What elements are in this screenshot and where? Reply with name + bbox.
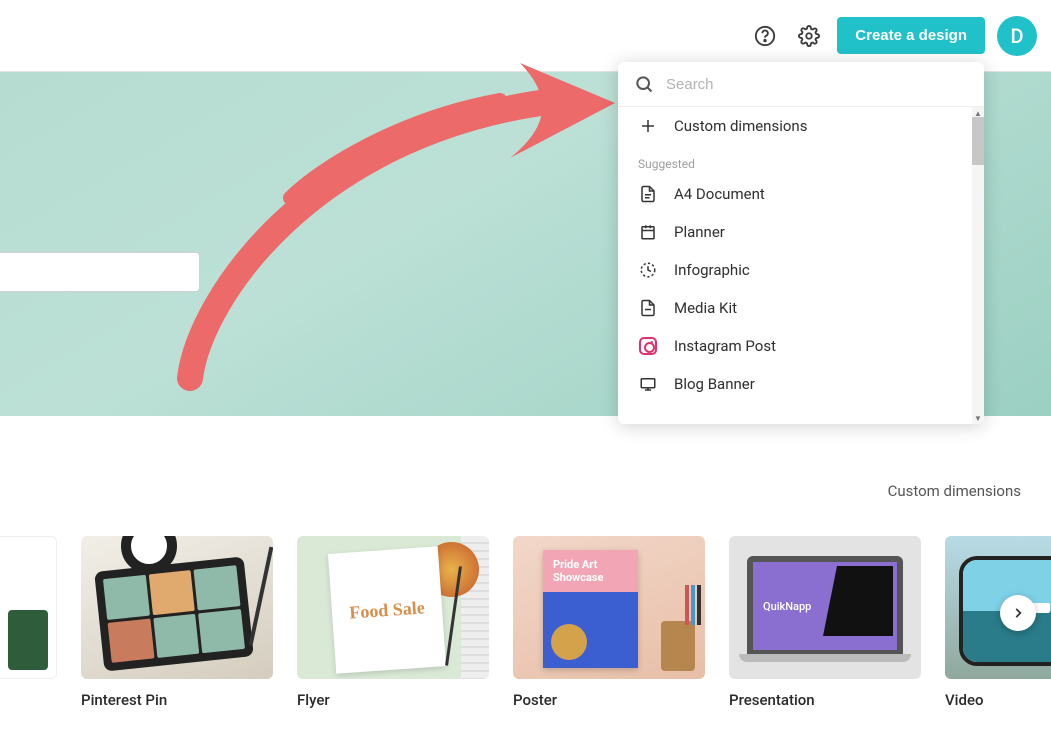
template-card-poster[interactable]: Pride Art Showcase Poster <box>513 536 705 709</box>
custom-dimensions-link[interactable]: Custom dimensions <box>888 482 1021 500</box>
template-label: Pinterest Pin <box>81 691 273 709</box>
instagram-icon <box>638 336 658 356</box>
template-label: Poster <box>513 691 705 709</box>
presentation-sample-title: QuikNapp <box>763 600 811 613</box>
suggested-item-instagram-post[interactable]: Instagram Post <box>618 327 984 365</box>
template-row: Pinterest Pin Food Sale Flyer Pride Art … <box>0 536 1051 709</box>
template-thumbnail: Food Sale <box>297 536 489 679</box>
scrollbar-track[interactable]: ▲ ▼ <box>972 107 984 424</box>
hero-search-box[interactable] <box>0 252 200 292</box>
document-icon <box>638 184 658 204</box>
suggested-item-label: Blog Banner <box>674 375 755 393</box>
template-thumbnail <box>81 536 273 679</box>
custom-dimensions-item[interactable]: Custom dimensions <box>618 107 984 145</box>
suggested-item-label: Instagram Post <box>674 337 776 355</box>
suggested-section-label: Suggested <box>618 145 984 175</box>
template-card-flyer[interactable]: Food Sale Flyer <box>297 536 489 709</box>
avatar[interactable]: D <box>997 16 1037 56</box>
media-kit-icon <box>638 298 658 318</box>
suggested-item-media-kit[interactable]: Media Kit <box>618 289 984 327</box>
template-card-video[interactable]: Video <box>945 536 1051 709</box>
search-icon <box>634 74 654 94</box>
template-thumbnail <box>0 536 57 679</box>
template-label: Presentation <box>729 691 921 709</box>
gear-icon[interactable] <box>793 20 825 52</box>
carousel-next-button[interactable] <box>1000 595 1036 631</box>
template-card-pinterest-pin[interactable]: Pinterest Pin <box>81 536 273 709</box>
suggested-item-label: Infographic <box>674 261 750 279</box>
suggested-item-planner[interactable]: Planner <box>618 213 984 251</box>
suggested-item-a4-document[interactable]: A4 Document <box>618 175 984 213</box>
create-design-button[interactable]: Create a design <box>837 17 985 54</box>
planner-icon <box>638 222 658 242</box>
template-label: Video <box>945 691 1051 709</box>
blog-banner-icon <box>638 374 658 394</box>
poster-sample-title: Pride Art Showcase <box>553 558 638 584</box>
plus-icon <box>638 116 658 136</box>
suggested-item-infographic[interactable]: Infographic <box>618 251 984 289</box>
suggested-item-label: Planner <box>674 223 725 241</box>
suggested-item-blog-banner[interactable]: Blog Banner <box>618 365 984 403</box>
dropdown-body: ▲ ▼ Custom dimensions Suggested A4 Docum… <box>618 107 984 424</box>
scrollbar-thumb[interactable] <box>972 117 984 165</box>
suggested-item-label: A4 Document <box>674 185 765 203</box>
template-label: Flyer <box>297 691 489 709</box>
dropdown-search-input[interactable] <box>666 76 968 93</box>
scroll-down-arrow-icon[interactable]: ▼ <box>972 412 984 424</box>
template-thumbnail: QuikNapp <box>729 536 921 679</box>
help-icon[interactable] <box>749 20 781 52</box>
template-thumbnail: Pride Art Showcase <box>513 536 705 679</box>
dropdown-search-row <box>618 62 984 107</box>
custom-dimensions-label: Custom dimensions <box>674 117 807 135</box>
infographic-icon <box>638 260 658 280</box>
template-card-presentation[interactable]: QuikNapp Presentation <box>729 536 921 709</box>
template-card[interactable] <box>0 536 57 691</box>
suggested-item-label: Media Kit <box>674 299 737 317</box>
create-design-dropdown: ▲ ▼ Custom dimensions Suggested A4 Docum… <box>618 62 984 424</box>
